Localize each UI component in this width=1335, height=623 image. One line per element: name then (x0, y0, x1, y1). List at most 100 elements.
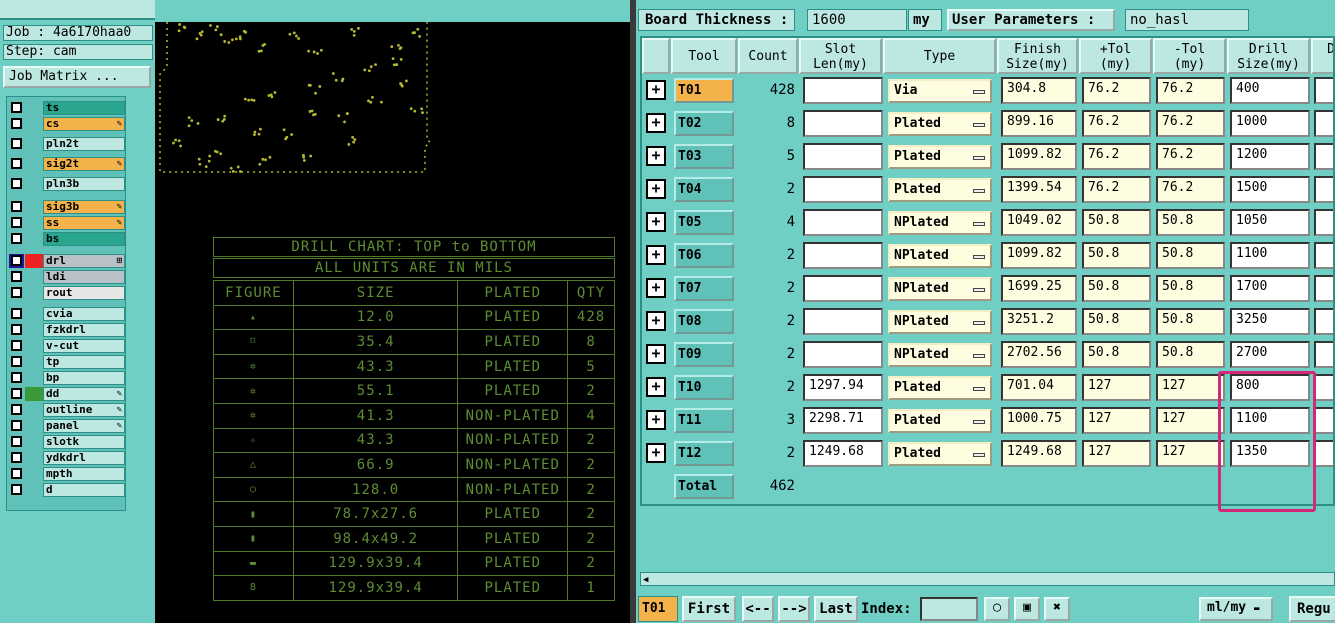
layer-row-pln2t[interactable]: pln2t (9, 137, 125, 151)
type-select[interactable]: Plated (888, 145, 992, 169)
tool-button[interactable]: T07 (674, 276, 734, 301)
layer-name[interactable]: bp (43, 371, 125, 385)
layer-name[interactable]: pln2t (43, 137, 125, 151)
layer-checkbox[interactable] (11, 356, 22, 367)
layer-name[interactable]: rout (43, 286, 125, 300)
minus-tol-field[interactable]: 127 (1156, 407, 1225, 434)
layer-row-ts[interactable]: ts (9, 101, 125, 115)
plus-tol-field[interactable]: 127 (1082, 407, 1151, 434)
layer-name[interactable]: cs ✎ (43, 117, 125, 131)
horizontal-scrollbar[interactable]: ◀ (640, 572, 1335, 586)
layer-name[interactable]: sig2t ✎ (43, 157, 125, 171)
tool-button[interactable]: T03 (674, 144, 734, 169)
layer-checkbox[interactable] (11, 452, 22, 463)
extra-field[interactable] (1314, 440, 1333, 467)
layer-row-ldi[interactable]: ldi (9, 270, 125, 284)
layer-checkbox[interactable] (11, 201, 22, 212)
extra-field[interactable] (1314, 242, 1333, 269)
layer-checkbox[interactable] (11, 178, 22, 189)
slot-length-field[interactable] (803, 242, 883, 269)
finish-size-field[interactable]: 1049.02 (1001, 209, 1077, 236)
layer-row-outline[interactable]: outline ✎ (9, 403, 125, 417)
extra-field[interactable] (1314, 308, 1333, 335)
plus-tol-field[interactable]: 127 (1082, 440, 1151, 467)
type-select[interactable]: Plated (888, 112, 992, 136)
type-select[interactable]: Plated (888, 442, 992, 466)
type-select[interactable]: NPlated (888, 310, 992, 334)
layer-row-dd[interactable]: dd ✎ (9, 387, 125, 401)
slot-length-field[interactable] (803, 110, 883, 137)
tool-symbol-icon[interactable]: + (646, 410, 666, 430)
job-matrix-button[interactable]: Job Matrix ... (3, 66, 151, 88)
layer-checkbox[interactable] (11, 158, 22, 169)
tool-button[interactable]: T08 (674, 309, 734, 334)
plus-tol-field[interactable]: 76.2 (1082, 110, 1151, 137)
layer-checkbox[interactable] (11, 217, 22, 228)
graphic-canvas[interactable]: DRILL CHART: TOP to BOTTOM ALL UNITS ARE… (155, 22, 630, 623)
tool-symbol-icon[interactable]: + (646, 212, 666, 232)
slot-length-field[interactable] (803, 176, 883, 203)
layer-name[interactable]: ldi (43, 270, 125, 284)
minus-tol-field[interactable]: 127 (1156, 440, 1225, 467)
layer-row-pln3b[interactable]: pln3b (9, 177, 125, 191)
layer-name[interactable]: ts (43, 101, 125, 115)
minus-tol-field[interactable]: 76.2 (1156, 143, 1225, 170)
minus-tol-field[interactable]: 76.2 (1156, 176, 1225, 203)
layer-row-cvia[interactable]: cvia (9, 307, 125, 321)
layer-row-mpth[interactable]: mpth (9, 467, 125, 481)
type-select[interactable]: NPlated (888, 343, 992, 367)
layer-name[interactable]: outline ✎ (43, 403, 125, 417)
first-button[interactable]: First (682, 596, 736, 622)
layer-checkbox[interactable] (11, 436, 22, 447)
layer-name[interactable]: d (43, 483, 125, 497)
slot-length-field[interactable]: 1249.68 (803, 440, 883, 467)
tool-symbol-icon[interactable]: + (646, 311, 666, 331)
last-button[interactable]: Last (814, 596, 858, 622)
layer-row-slotk[interactable]: slotk (9, 435, 125, 449)
minus-tol-field[interactable]: 127 (1156, 374, 1225, 401)
layer-name[interactable]: ss ✎ (43, 216, 125, 230)
tool-symbol-icon[interactable]: + (646, 245, 666, 265)
tool-symbol-icon[interactable]: + (646, 443, 666, 463)
finish-size-field[interactable]: 1699.25 (1001, 275, 1077, 302)
layer-name[interactable]: drl ⊞ (43, 254, 125, 268)
slot-length-field[interactable]: 1297.94 (803, 374, 883, 401)
layer-row-sig2t[interactable]: sig2t ✎ (9, 157, 125, 171)
extra-field[interactable] (1314, 275, 1333, 302)
regu-button[interactable]: Regu (1289, 596, 1335, 622)
finish-size-field[interactable]: 1000.75 (1001, 407, 1077, 434)
layer-name[interactable]: cvia (43, 307, 125, 321)
tool-button[interactable]: T09 (674, 342, 734, 367)
tool-button[interactable]: T11 (674, 408, 734, 433)
layer-name[interactable]: fzkdrl (43, 323, 125, 337)
layer-row-cs[interactable]: cs ✎ (9, 117, 125, 131)
slot-length-field[interactable] (803, 308, 883, 335)
layer-row-bp[interactable]: bp (9, 371, 125, 385)
layer-checkbox[interactable] (11, 404, 22, 415)
slot-length-field[interactable] (803, 77, 883, 104)
layer-name[interactable]: slotk (43, 435, 125, 449)
image-edit-icon[interactable]: ▣ (1014, 597, 1040, 621)
layer-row-panel[interactable]: panel ✎ (9, 419, 125, 433)
board-thickness-field[interactable]: 1600 (807, 9, 907, 31)
minus-tol-field[interactable]: 50.8 (1156, 308, 1225, 335)
layer-checkbox[interactable] (11, 372, 22, 383)
user-parameters-field[interactable]: no_hasl (1125, 9, 1249, 31)
drill-size-field[interactable]: 1100 (1230, 242, 1310, 269)
layer-name[interactable]: dd ✎ (43, 387, 125, 401)
type-select[interactable]: NPlated (888, 277, 992, 301)
finish-size-field[interactable]: 1099.82 (1001, 242, 1077, 269)
plus-tol-field[interactable]: 50.8 (1082, 242, 1151, 269)
extra-field[interactable] (1314, 209, 1333, 236)
tool-symbol-icon[interactable]: + (646, 80, 666, 100)
minus-tol-field[interactable]: 50.8 (1156, 275, 1225, 302)
layer-row-drl[interactable]: drl ⊞ (9, 254, 125, 268)
delete-icon[interactable]: ✖ (1044, 597, 1070, 621)
layer-name[interactable]: sig3b ✎ (43, 200, 125, 214)
tool-symbol-icon[interactable]: + (646, 113, 666, 133)
layer-checkbox[interactable] (11, 233, 22, 244)
drill-size-field[interactable]: 1050 (1230, 209, 1310, 236)
tool-symbol-icon[interactable]: + (646, 146, 666, 166)
plus-tol-field[interactable]: 76.2 (1082, 143, 1151, 170)
tool-button[interactable]: T04 (674, 177, 734, 202)
